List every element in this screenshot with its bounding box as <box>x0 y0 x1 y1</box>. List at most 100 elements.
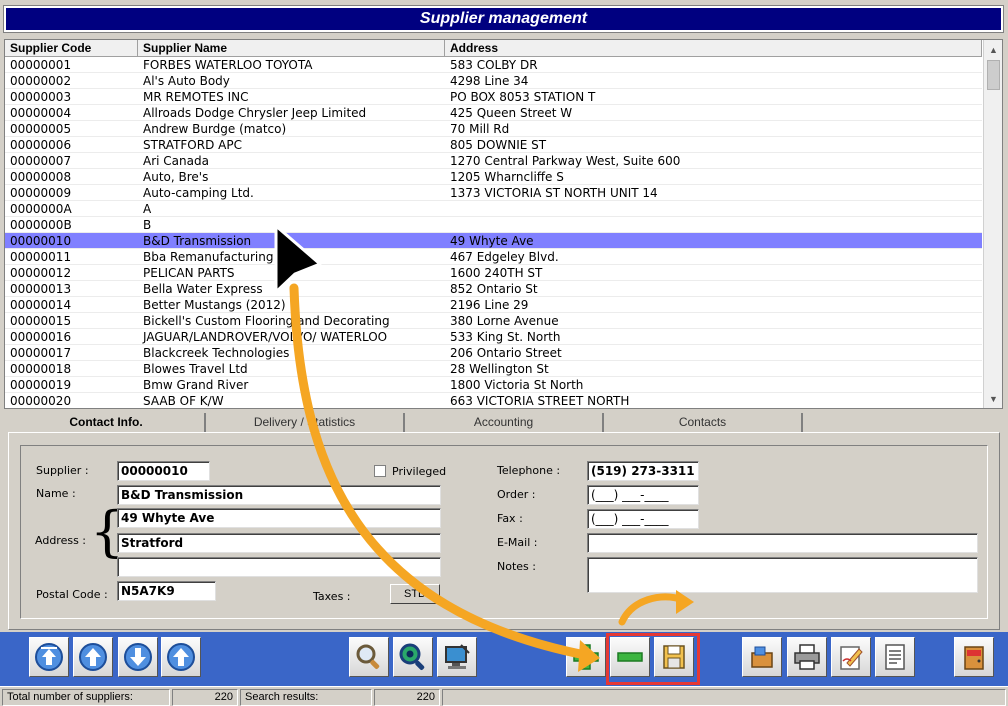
table-row[interactable]: 00000020 SAAB OF K/W 663 VICTORIA STREET N… <box>5 393 982 408</box>
first-record-icon <box>35 643 63 671</box>
tab-delivery-statistics[interactable]: Delivery / Statistics <box>206 413 405 433</box>
table-row[interactable]: 00000010 B&D Transmission 49 Whyte Ave <box>5 233 982 249</box>
cell-supplier-name: Bella Water Express <box>143 282 263 296</box>
table-row[interactable]: 00000001 FORBES WATERLOO TOYOTA 583 COLBY … <box>5 57 982 73</box>
address-line1-field[interactable]: 49 Whyte Ave <box>117 508 441 528</box>
last-record-button[interactable] <box>161 637 201 677</box>
cell-supplier-code: 00000003 <box>10 90 72 104</box>
table-row[interactable]: 00000007 Ari Canada 1270 Central Parkway W… <box>5 153 982 169</box>
table-row[interactable]: 00000014 Better Mustangs (2012) 2196 Line … <box>5 297 982 313</box>
advanced-search-button[interactable] <box>393 637 433 677</box>
next-record-button[interactable] <box>118 637 158 677</box>
cell-address: 1270 Central Parkway West, Suite 600 <box>450 154 681 168</box>
table-row[interactable]: 00000006 STRATFORD APC 805 DOWNIE ST <box>5 137 982 153</box>
table-row[interactable]: 00000018 Blowes Travel Ltd 28 Wellington S… <box>5 361 982 377</box>
table-row[interactable]: 00000019 Bmw Grand River 1800 Victoria St … <box>5 377 982 393</box>
cell-supplier-name: Bickell's Custom Flooring and Decorating <box>143 314 390 328</box>
order-phone-field[interactable]: (___) ___-____ <box>587 485 699 505</box>
email-field[interactable] <box>587 533 978 553</box>
cell-supplier-name: B&D Transmission <box>143 234 252 248</box>
computer-icon <box>445 644 470 669</box>
edit-report-button[interactable] <box>831 637 871 677</box>
grid-vertical-scrollbar[interactable]: ▲ ▼ <box>983 40 1002 408</box>
cell-supplier-code: 0000000A <box>10 202 72 216</box>
list-report-button[interactable] <box>875 637 915 677</box>
add-supplier-button[interactable] <box>566 637 606 677</box>
cell-supplier-name: Ari Canada <box>143 154 209 168</box>
status-empty-cell <box>442 689 1006 706</box>
first-record-button[interactable] <box>29 637 69 677</box>
address-line2-field[interactable]: Stratford <box>117 533 441 553</box>
previous-record-button[interactable] <box>73 637 113 677</box>
cell-supplier-name: SAAB OF K/W <box>143 394 224 408</box>
scroll-up-icon[interactable]: ▲ <box>985 41 1002 58</box>
table-row[interactable]: 00000015 Bickell's Custom Flooring and De… <box>5 313 982 329</box>
cell-address: 467 Edgeley Blvd. <box>450 250 559 264</box>
exit-door-icon <box>964 646 984 670</box>
computer-button[interactable] <box>437 637 477 677</box>
postal-code-label: Postal Code : <box>36 588 108 601</box>
email-label: E-Mail : <box>497 536 538 549</box>
folders-button[interactable] <box>742 637 782 677</box>
address-line3-field[interactable] <box>117 557 441 577</box>
cell-supplier-name: Bmw Grand River <box>143 378 249 392</box>
grid-header: Supplier Code Supplier Name Address <box>5 40 982 57</box>
cell-supplier-code: 00000013 <box>10 282 72 296</box>
table-row[interactable]: 00000005 Andrew Burdge (matco) 70 Mill Rd <box>5 121 982 137</box>
cell-supplier-code: 00000017 <box>10 346 72 360</box>
table-row[interactable]: 00000011 Bba Remanufacturing 467 Edgeley B… <box>5 249 982 265</box>
privileged-checkbox[interactable] <box>374 465 386 477</box>
cell-address: PO BOX 8053 STATION T <box>450 90 596 104</box>
cell-address: 1600 240TH ST <box>450 266 543 280</box>
cell-address: 1373 VICTORIA ST NORTH UNIT 14 <box>450 186 658 200</box>
cell-supplier-name: Auto, Bre's <box>143 170 209 184</box>
column-header-code[interactable]: Supplier Code <box>5 40 138 57</box>
table-row[interactable]: 00000003 MR REMOTES INC PO BOX 8053 STATIO… <box>5 89 982 105</box>
print-button[interactable] <box>787 637 827 677</box>
cell-supplier-code: 00000014 <box>10 298 72 312</box>
postal-code-field[interactable]: N5A7K9 <box>117 581 216 601</box>
tab-contact-info[interactable]: Contact Info. <box>8 413 206 433</box>
cell-supplier-name: Blowes Travel Ltd <box>143 362 248 376</box>
total-suppliers-label: Total number of suppliers: <box>2 689 170 706</box>
table-row[interactable]: 00000012 PELICAN PARTS 1600 240TH ST <box>5 265 982 281</box>
table-row[interactable]: 0000000B B <box>5 217 982 233</box>
scroll-down-icon[interactable]: ▼ <box>985 390 1002 407</box>
cell-address: 425 Queen Street W <box>450 106 573 120</box>
search-button[interactable] <box>349 637 389 677</box>
search-eye-icon <box>399 643 425 670</box>
last-record-icon <box>167 643 195 671</box>
cell-supplier-name: Allroads Dodge Chrysler Jeep Limited <box>143 106 367 120</box>
cell-supplier-code: 00000015 <box>10 314 72 328</box>
telephone-field[interactable]: (519) 273-3311 <box>587 461 699 481</box>
highlight-box <box>606 633 700 685</box>
table-row[interactable]: 00000016 JAGUAR/LANDROVER/VOLVO/ WATERLOO… <box>5 329 982 345</box>
table-row[interactable]: 00000017 Blackcreek Technologies 206 Ontar… <box>5 345 982 361</box>
supplier-code-field[interactable]: 00000010 <box>117 461 210 481</box>
total-suppliers-value: 220 <box>172 689 238 706</box>
taxes-button[interactable]: STD <box>390 584 440 604</box>
notes-field[interactable] <box>587 557 978 593</box>
tab-contacts[interactable]: Contacts <box>604 413 803 433</box>
table-row[interactable]: 00000008 Auto, Bre's 1205 Wharncliffe S <box>5 169 982 185</box>
name-field[interactable]: B&D Transmission <box>117 485 441 505</box>
cell-supplier-code: 00000006 <box>10 138 72 152</box>
table-row[interactable]: 00000002 Al's Auto Body 4298 Line 34 <box>5 73 982 89</box>
scroll-thumb[interactable] <box>987 60 1000 90</box>
fax-field[interactable]: (___) ___-____ <box>587 509 699 529</box>
cell-supplier-code: 00000019 <box>10 378 72 392</box>
table-row[interactable]: 00000013 Bella Water Express 852 Ontario S… <box>5 281 982 297</box>
table-row[interactable]: 00000004 Allroads Dodge Chrysler Jeep Lim… <box>5 105 982 121</box>
supplier-grid[interactable]: Supplier Code Supplier Name Address 0000… <box>4 39 1003 409</box>
cell-supplier-name: Auto-camping Ltd. <box>143 186 254 200</box>
column-header-name[interactable]: Supplier Name <box>138 40 445 57</box>
exit-button[interactable] <box>954 637 994 677</box>
table-row[interactable]: 00000009 Auto-camping Ltd. 1373 VICTORIA S… <box>5 185 982 201</box>
cell-address: 380 Lorne Avenue <box>450 314 559 328</box>
tab-accounting[interactable]: Accounting <box>405 413 604 433</box>
cell-supplier-name: JAGUAR/LANDROVER/VOLVO/ WATERLOO <box>143 330 388 344</box>
table-row[interactable]: 0000000A A <box>5 201 982 217</box>
cell-address: 663 VICTORIA STREET NORTH <box>450 394 630 408</box>
cell-supplier-name: FORBES WATERLOO TOYOTA <box>143 58 313 72</box>
column-header-address[interactable]: Address <box>445 40 982 57</box>
